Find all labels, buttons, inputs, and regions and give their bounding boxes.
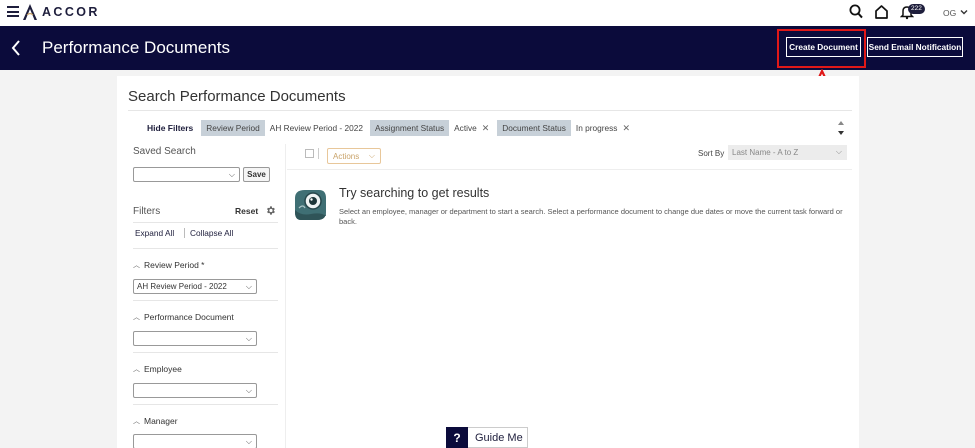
- actions-dropdown[interactable]: Actions ⌵: [327, 148, 381, 164]
- review-period-select[interactable]: AH Review Period - 2022 ⌵: [133, 279, 257, 294]
- column-separator: [285, 144, 286, 448]
- chevron-down-icon: ⌵: [245, 437, 252, 446]
- notification-badge: 222: [908, 4, 925, 14]
- divider: [133, 222, 278, 223]
- sort-by-value: Last Name - A to Z: [732, 148, 799, 157]
- filter-chip-label: Assignment Status: [369, 120, 450, 136]
- saved-search-label: Saved Search: [133, 146, 196, 157]
- empty-state-description: Select an employee, manager or departmen…: [339, 207, 843, 226]
- section-label: Employee: [144, 364, 182, 374]
- hide-filters-link[interactable]: Hide Filters: [147, 123, 193, 133]
- saved-search-select[interactable]: ⌵: [133, 167, 240, 182]
- section-manager[interactable]: ︿ Manager: [133, 416, 178, 426]
- chevron-up-icon: ︿: [133, 366, 140, 373]
- sort-by-select[interactable]: Last Name - A to Z ⌵: [728, 145, 847, 160]
- accor-logo[interactable]: ACCOR: [22, 3, 100, 21]
- review-period-value: AH Review Period - 2022: [137, 282, 227, 291]
- filter-chip-label: Review Period: [201, 120, 265, 136]
- divider: [128, 110, 852, 111]
- filter-chip-label: Document Status: [497, 120, 571, 136]
- filter-chip-value: In progress: [575, 123, 618, 133]
- section-review-period[interactable]: ︿ Review Period *: [133, 260, 204, 270]
- accor-logo-mark: [23, 4, 37, 20]
- guide-me-button[interactable]: ? Guide Me: [446, 427, 528, 448]
- create-document-button[interactable]: Create Document: [786, 37, 861, 57]
- filter-chip-value: Active: [454, 123, 477, 133]
- panel-title: Search Performance Documents: [128, 88, 346, 105]
- logo-text: ACCOR: [42, 5, 100, 19]
- help-icon: ?: [446, 427, 468, 448]
- search-icon[interactable]: [849, 4, 863, 20]
- reset-filters-link[interactable]: Reset: [235, 206, 258, 216]
- filter-scroll-arrows-icon[interactable]: [836, 118, 846, 138]
- divider: [318, 148, 319, 159]
- divider: [133, 352, 278, 353]
- expand-all-link[interactable]: Expand All: [135, 228, 174, 238]
- empty-state-title: Try searching to get results: [339, 186, 490, 200]
- top-bar: ACCOR 222 OG: [0, 0, 975, 26]
- chevron-down-icon[interactable]: [960, 8, 968, 16]
- gear-icon[interactable]: [265, 205, 276, 216]
- divider: [133, 300, 278, 301]
- section-performance-document[interactable]: ︿ Performance Document: [133, 312, 234, 322]
- user-initials[interactable]: OG: [943, 8, 956, 18]
- employee-select[interactable]: ⌵: [133, 383, 257, 398]
- page-title: Performance Documents: [42, 38, 231, 57]
- chevron-down-icon: ⌵: [245, 386, 252, 395]
- collapse-all-link[interactable]: Collapse All: [184, 228, 233, 238]
- filter-chip-value: AH Review Period - 2022: [269, 123, 363, 133]
- chevron-down-icon: ⌵: [228, 170, 235, 179]
- remove-filter-icon[interactable]: ✕: [482, 123, 490, 134]
- remove-filter-icon[interactable]: ✕: [622, 123, 630, 134]
- chevron-down-icon: ⌵: [245, 282, 252, 291]
- chevron-up-icon: ︿: [133, 262, 140, 269]
- chevron-down-icon: ⌵: [835, 147, 842, 156]
- home-icon[interactable]: [874, 4, 889, 20]
- chevron-up-icon: ︿: [133, 418, 140, 425]
- section-employee[interactable]: ︿ Employee: [133, 364, 182, 374]
- divider: [287, 169, 852, 170]
- divider: [133, 248, 278, 249]
- chevron-up-icon: ︿: [133, 314, 140, 321]
- guide-me-label: Guide Me: [475, 431, 523, 444]
- sort-by-label: Sort By: [698, 149, 725, 158]
- section-label: Review Period *: [144, 260, 205, 270]
- hamburger-icon[interactable]: [7, 6, 19, 17]
- chevron-down-icon: ⌵: [368, 151, 375, 160]
- filters-label: Filters: [133, 206, 161, 217]
- select-all-checkbox[interactable]: [305, 149, 314, 158]
- search-illustration-icon: [295, 190, 326, 220]
- actions-label: Actions: [333, 151, 360, 161]
- section-label: Manager: [144, 416, 178, 426]
- save-search-button[interactable]: Save: [243, 167, 270, 182]
- section-label: Performance Document: [144, 312, 234, 322]
- divider: [133, 404, 278, 405]
- send-email-notification-button[interactable]: Send Email Notification: [867, 37, 963, 57]
- search-panel: Search Performance Documents Hide Filter…: [117, 76, 859, 448]
- active-filters-row: Hide Filters Review Period AH Review Per…: [147, 120, 638, 136]
- chevron-down-icon: ⌵: [245, 334, 252, 343]
- manager-select[interactable]: ⌵: [133, 434, 257, 448]
- chevron-left-icon[interactable]: [10, 39, 22, 57]
- page-header: Performance Documents Create Document Se…: [0, 26, 975, 70]
- performance-document-select[interactable]: ⌵: [133, 331, 257, 346]
